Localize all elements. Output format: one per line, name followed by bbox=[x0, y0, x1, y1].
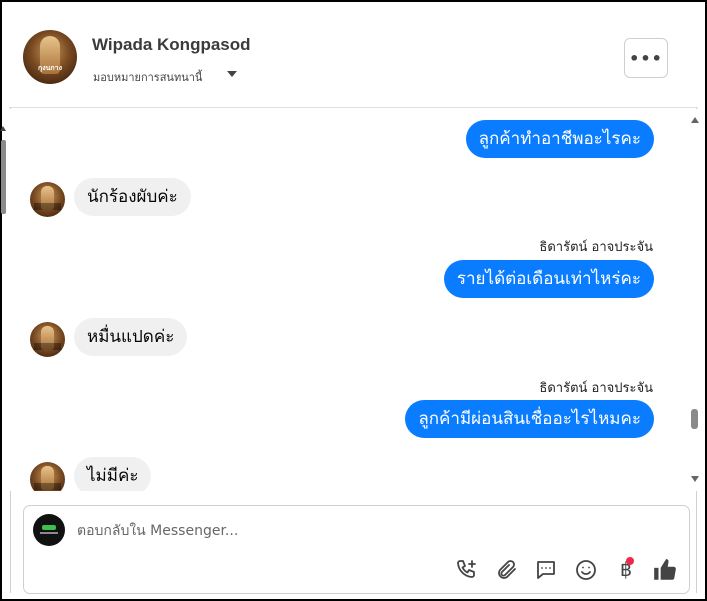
message-avatar[interactable] bbox=[30, 182, 65, 217]
message-thread[interactable]: ลูกค้าทำอาชีพอะไรคะ นักร้องผับค่ะ ธิดารั… bbox=[9, 109, 698, 491]
notification-dot bbox=[626, 557, 634, 565]
thumbs-up-icon[interactable] bbox=[652, 557, 678, 583]
scroll-down-icon[interactable] bbox=[691, 476, 699, 482]
message-sender-name: ธิดารัตน์ อาจประจัน bbox=[539, 381, 653, 396]
outer-scroll-up-icon[interactable] bbox=[0, 126, 6, 131]
reply-input[interactable] bbox=[77, 520, 637, 542]
more-options-button[interactable]: ••• bbox=[624, 38, 668, 78]
message-sender-name: ธิดารัตน์ อาจประจัน bbox=[539, 240, 653, 255]
attachment-icon[interactable] bbox=[494, 557, 520, 583]
baht-payment-icon[interactable]: ฿ bbox=[613, 557, 639, 583]
reply-composer: ฿ bbox=[23, 505, 690, 594]
assign-conversation-link[interactable]: มอบหมายการสนทนานี้ bbox=[93, 68, 202, 86]
page-avatar bbox=[33, 514, 65, 546]
message-avatar[interactable] bbox=[30, 462, 65, 491]
avatar-caption: กุงนกาง bbox=[37, 64, 63, 72]
scrollbar-thumb[interactable] bbox=[691, 409, 698, 429]
message-bubble-outgoing[interactable]: รายได้ต่อเดือนเท่าไหร่คะ bbox=[443, 260, 654, 298]
message-avatar[interactable] bbox=[30, 322, 65, 357]
conversation-header: กุงนกาง Wipada Kongpasod มอบหมายการสนทนา… bbox=[9, 8, 698, 108]
contact-avatar[interactable]: กุงนกาง bbox=[23, 30, 77, 84]
scroll-up-icon[interactable] bbox=[691, 117, 699, 123]
emoji-icon[interactable] bbox=[573, 557, 599, 583]
chevron-down-icon[interactable] bbox=[227, 71, 237, 77]
more-options-icon: ••• bbox=[629, 48, 663, 68]
message-bubble-incoming[interactable]: ไม่มีค่ะ bbox=[74, 457, 152, 491]
saved-reply-icon[interactable] bbox=[533, 557, 559, 583]
phone-add-icon[interactable] bbox=[454, 557, 480, 583]
message-bubble-incoming[interactable]: นักร้องผับค่ะ bbox=[74, 178, 191, 216]
message-bubble-incoming[interactable]: หมื่นแปดค่ะ bbox=[74, 318, 188, 356]
contact-name[interactable]: Wipada Kongpasod bbox=[92, 35, 251, 55]
message-bubble-outgoing[interactable]: ลูกค้าทำอาชีพอะไรคะ bbox=[465, 120, 654, 158]
message-bubble-outgoing[interactable]: ลูกค้ามีผ่อนสินเชื่ออะไรไหมคะ bbox=[405, 400, 654, 438]
outer-scrollbar-thumb[interactable] bbox=[1, 140, 6, 214]
